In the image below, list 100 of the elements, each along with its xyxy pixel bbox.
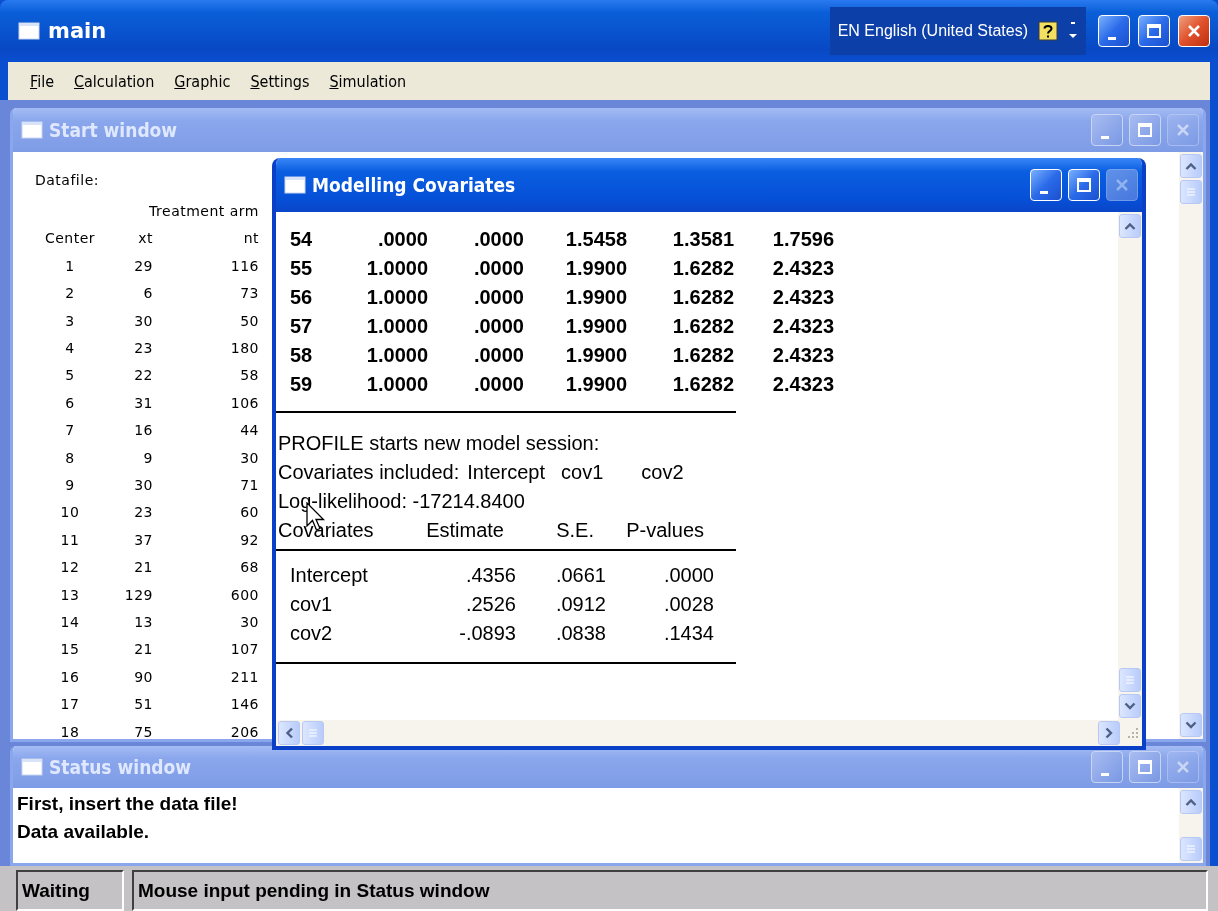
table-cell-text: 1.6282 <box>671 315 734 338</box>
minimize-icon <box>1040 190 1048 194</box>
table-cell-text: 68 <box>239 559 259 576</box>
table-cell-text: 60 <box>239 504 259 521</box>
column-header: Estimate <box>425 519 504 542</box>
table-cell-text: 2.4323 <box>771 344 834 367</box>
table-cell-text: 31 <box>133 394 153 411</box>
table-cell-text: 71 <box>239 477 259 493</box>
table-cell-text: cov2 <box>290 622 334 645</box>
status-pane: Mouse input pending in Status window <box>132 870 1208 911</box>
table-cell-text: .0000 <box>472 228 524 251</box>
table-cell-text: 29 <box>133 257 153 274</box>
scroll-left-button[interactable] <box>278 721 300 745</box>
window-icon <box>21 758 43 776</box>
scroll-right-button[interactable] <box>1098 721 1120 745</box>
table-cell-text: 2.4323 <box>771 373 834 396</box>
window-icon <box>284 176 306 194</box>
table-cell-text: 23 <box>133 340 153 357</box>
scroll-up-button[interactable] <box>1180 154 1202 178</box>
table-cell-text: 1.9900 <box>564 286 627 309</box>
loglikelihood-text: Log-likelihood: -17214.8400 <box>278 490 525 513</box>
table-cell-text: 1.3581 <box>671 228 734 251</box>
table-cell-text: .0661 <box>554 564 606 587</box>
table-cell-text: 211 <box>229 668 259 685</box>
menu-item[interactable]: Calculation <box>74 71 155 91</box>
vertical-scrollbar[interactable] <box>1179 788 1203 863</box>
table-cell-text: 30 <box>239 449 259 466</box>
table-cell-text: 1.0000 <box>365 344 428 367</box>
table-cell-text: 9 <box>142 449 153 466</box>
table-cell-text: 22 <box>133 367 153 384</box>
window-icon <box>21 121 43 139</box>
maximize-button[interactable] <box>1129 751 1161 783</box>
column-header: S.E. <box>555 519 594 542</box>
table-cell-text: 44 <box>239 422 259 439</box>
table-cell-text: 6 <box>64 394 76 411</box>
table-cell-text: 600 <box>229 586 259 603</box>
menu-item[interactable]: Settings <box>250 71 310 91</box>
table-cell-text: .0000 <box>472 315 524 338</box>
minimize-button[interactable] <box>1091 751 1123 783</box>
scroll-down-button[interactable] <box>1119 694 1141 718</box>
close-icon <box>1114 177 1130 193</box>
scroll-down-button[interactable] <box>1180 713 1202 737</box>
table-cell-text: 1.0000 <box>365 315 428 338</box>
help-icon[interactable] <box>1038 21 1058 41</box>
language-indicator[interactable]: EN English (United States) <box>837 22 1028 40</box>
minimize-button[interactable] <box>1091 114 1123 146</box>
table-cell-text: 1.7596 <box>771 228 834 251</box>
table-cell-text: 1.9900 <box>564 373 627 396</box>
scroll-thumb[interactable] <box>1119 668 1141 692</box>
table-cell-text: 30 <box>133 312 153 329</box>
menu-item[interactable]: Graphic <box>174 71 231 91</box>
maximize-icon <box>1137 759 1153 775</box>
table-cell-text: 9 <box>64 477 76 493</box>
table-cell-text: 2.4323 <box>771 286 834 309</box>
table-cell-text: 129 <box>123 586 153 603</box>
status-pane: Waiting <box>16 870 124 911</box>
maximize-button[interactable] <box>1129 114 1161 146</box>
menu-item[interactable]: Simulation <box>329 71 407 91</box>
minimize-icon <box>1108 36 1116 40</box>
table-cell-text: -.0893 <box>458 622 516 645</box>
close-icon <box>1175 759 1191 775</box>
table-cell-text: 5 <box>64 367 76 384</box>
menu-item[interactable]: File <box>30 71 54 91</box>
scroll-up-button[interactable] <box>1180 790 1202 814</box>
table-cell-text: 1.0000 <box>365 257 428 280</box>
table-cell-text: 59 <box>290 373 314 396</box>
vertical-scrollbar[interactable] <box>1118 212 1142 720</box>
table-cell-text: 15 <box>59 641 81 658</box>
window-title: Status window <box>49 756 193 778</box>
grip-icon <box>1125 675 1135 685</box>
covariate-name: Intercept <box>467 461 546 484</box>
table-cell-text: .0000 <box>472 373 524 396</box>
scroll-thumb[interactable] <box>1180 837 1202 861</box>
table-cell-text: 107 <box>229 641 259 658</box>
table-cell-text: .1434 <box>662 622 714 645</box>
column-header: Center <box>43 230 97 247</box>
table-cell-text: .0000 <box>662 564 714 587</box>
table-cell-text: .0838 <box>554 622 606 645</box>
data-heading: Datafile: <box>35 171 100 188</box>
horizontal-scrollbar[interactable] <box>276 720 1142 746</box>
table-cell-text: 1.6282 <box>671 257 734 280</box>
table-cell-text: 37 <box>133 531 153 548</box>
covariate-name: cov1 <box>561 461 604 484</box>
table-cell-text: 54 <box>290 228 314 251</box>
table-cell-text: 1.6282 <box>671 373 734 396</box>
scroll-up-button[interactable] <box>1119 214 1141 238</box>
table-cell-text: 12 <box>59 559 81 576</box>
table-cell-text: .0000 <box>472 286 524 309</box>
table-cell-text: 51 <box>133 696 153 713</box>
column-header: nt <box>242 230 259 247</box>
table-cell-text: 10 <box>59 504 81 521</box>
table-cell-text: .4356 <box>464 564 516 587</box>
grip-icon <box>1186 187 1196 197</box>
vertical-scrollbar[interactable] <box>1179 152 1203 739</box>
table-cell-text: 4 <box>64 340 76 357</box>
close-icon <box>1186 23 1202 39</box>
table-cell-text: 30 <box>239 613 259 630</box>
scroll-thumb[interactable] <box>302 721 324 745</box>
included-label: Covariates included: <box>278 461 460 484</box>
scroll-thumb[interactable] <box>1180 180 1202 204</box>
